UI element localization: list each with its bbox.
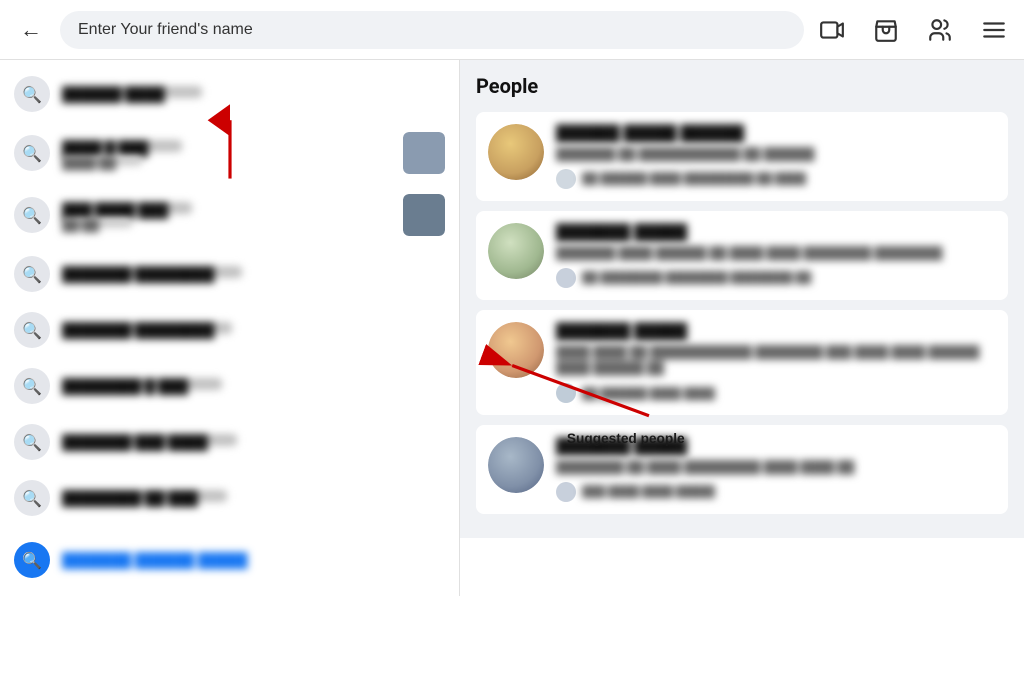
left-panel-wrapper: 🔍 ██████ ████ 🔍 ████ █ ███ ████ ██ 🔍 [0, 60, 460, 682]
top-navigation: ← [0, 0, 1024, 60]
search-icon: 🔍 [14, 480, 50, 516]
result-sub: ████ ██ [62, 156, 142, 166]
result-name: ████████ █ ███ [62, 378, 222, 390]
list-item[interactable]: 🔍 ████ █ ███ ████ ██ [0, 122, 459, 184]
result-name: ███ ████ ███ [62, 202, 192, 214]
person-name: ███████ █████ [556, 322, 996, 340]
list-item[interactable]: 🔍 ███ ████ ███ ██ ██ [0, 184, 459, 246]
result-name: ████████ ██ ███ [62, 490, 227, 502]
nav-icons-group [814, 12, 1012, 48]
person-card[interactable]: ███████ █████ ███████ ████ ██████ ██ ███… [476, 211, 1008, 300]
result-name: ███████ ███ ████ [62, 434, 237, 446]
blue-search-icon: 🔍 [14, 542, 50, 578]
mutual-text: ██ ██████ ████ █████████ ██ ████ [582, 172, 806, 185]
menu-icon[interactable] [976, 12, 1012, 48]
right-panel-wrapper: People ██████ █████ ██████ ███████ ██ ██… [460, 60, 1024, 682]
right-panel: People ██████ █████ ██████ ███████ ██ ██… [460, 60, 1024, 538]
search-icon: 🔍 [14, 368, 50, 404]
search-icon: 🔍 [14, 312, 50, 348]
left-panel: 🔍 ██████ ████ 🔍 ████ █ ███ ████ ██ 🔍 [0, 60, 460, 596]
person-name: ██████ █████ ██████ [556, 124, 996, 142]
avatar [403, 194, 445, 236]
person-card[interactable]: ██████ █████ ██████ ███████ ██ █████████… [476, 112, 1008, 201]
avatar [488, 223, 544, 279]
person-desc: ███████ ██ ████████████ ██ ██████ [556, 146, 996, 163]
result-name: ████ █ ███ [62, 140, 182, 152]
list-item[interactable]: 🔍 ███████ ████████ [0, 246, 459, 302]
avatar [403, 132, 445, 174]
search-icon: 🔍 [14, 76, 50, 112]
person-desc: ███████ ████ ██████ ██ ████ ████ ███████… [556, 245, 996, 262]
person-name: ███████ █████ [556, 437, 996, 455]
person-desc: ████████ ██ ████ █████████ ████ ████ ██ [556, 459, 996, 476]
mutual-text: ██ ██████ ████ ████ [582, 387, 715, 400]
person-card[interactable]: ███████ █████ ████ ████ ██ ████████████ … [476, 310, 1008, 416]
list-item[interactable]: 🔍 ███████ ███ ████ [0, 414, 459, 470]
person-desc: ████ ████ ██ ████████████ ████████ ███ █… [556, 344, 996, 378]
main-content: 🔍 ██████ ████ 🔍 ████ █ ███ ████ ██ 🔍 [0, 60, 1024, 682]
avatar [488, 124, 544, 180]
mutual-friend-icon [556, 482, 576, 502]
mutual-text: ██ ████████ ████████ ████████ ██ [582, 271, 811, 284]
back-button[interactable]: ← [12, 13, 50, 47]
search-all-label: ███████ ██████ █████ [62, 552, 248, 569]
search-icon: 🔍 [14, 424, 50, 460]
result-name: ███████ ████████ [62, 322, 232, 334]
person-name: ███████ █████ [556, 223, 996, 241]
list-item[interactable]: 🔍 ████████ █ ███ [0, 358, 459, 414]
people-icon[interactable] [922, 12, 958, 48]
section-title: People [476, 74, 1008, 98]
mutual-friend-icon [556, 383, 576, 403]
search-all-button[interactable]: 🔍 ███████ ██████ █████ [0, 530, 459, 590]
mutual-friend-icon [556, 169, 576, 189]
mutual-friend-icon [556, 268, 576, 288]
mutual-text: ███ ████ ████ █████ [582, 485, 715, 498]
search-input[interactable] [60, 11, 804, 49]
list-item[interactable]: 🔍 ███████ ████████ [0, 302, 459, 358]
avatar [488, 322, 544, 378]
list-item[interactable]: 🔍 ██████ ████ [0, 66, 459, 122]
search-icon: 🔍 [14, 135, 50, 171]
shop-icon[interactable] [868, 12, 904, 48]
list-item[interactable]: 🔍 ████████ ██ ███ [0, 470, 459, 526]
result-name: ██████ ████ [62, 86, 202, 98]
search-icon: 🔍 [14, 256, 50, 292]
video-icon[interactable] [814, 12, 850, 48]
result-name: ███████ ████████ [62, 266, 242, 278]
result-sub: ██ ██ [62, 218, 132, 228]
person-card[interactable]: ███████ █████ ████████ ██ ████ █████████… [476, 425, 1008, 514]
search-icon: 🔍 [14, 197, 50, 233]
avatar [488, 437, 544, 493]
